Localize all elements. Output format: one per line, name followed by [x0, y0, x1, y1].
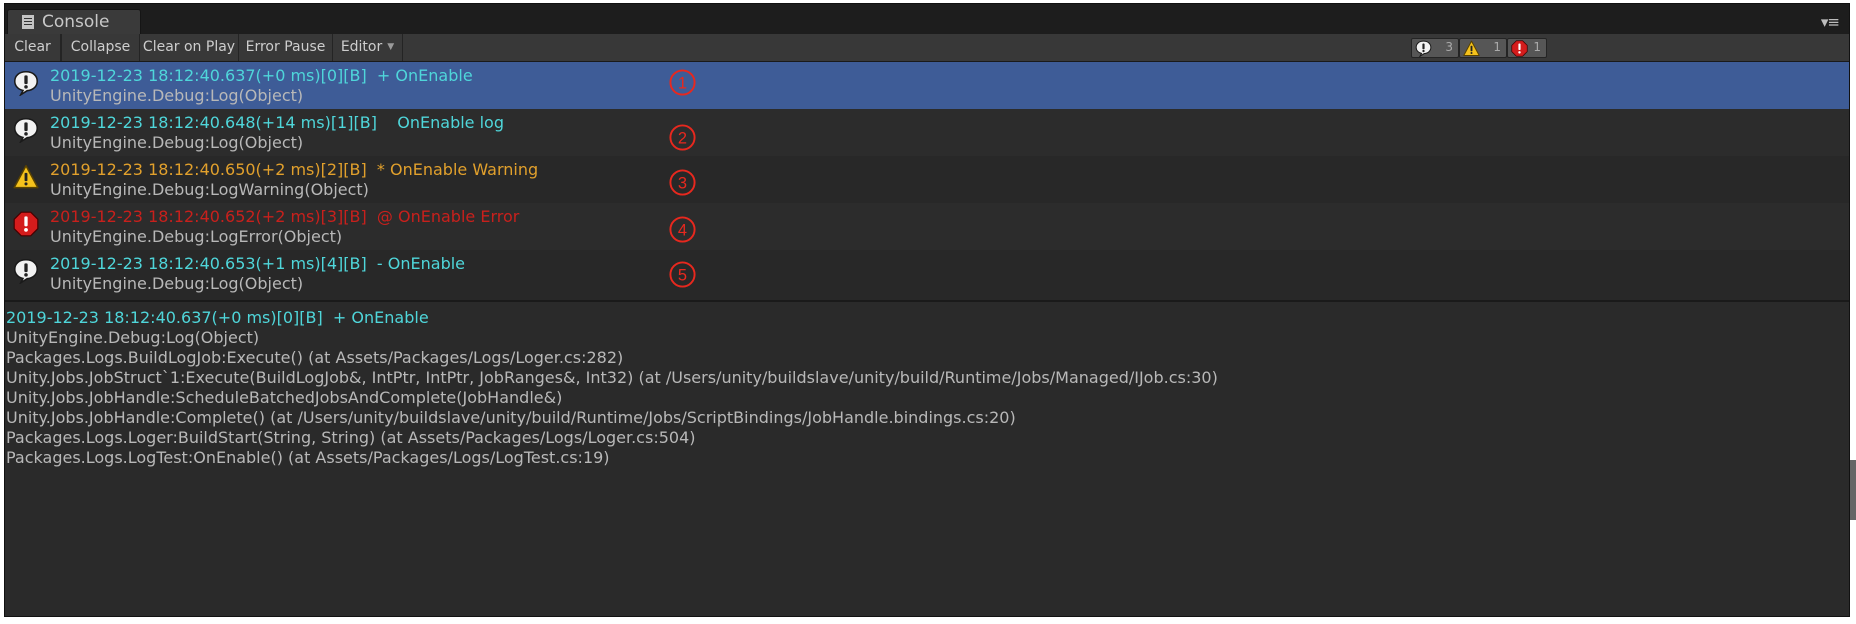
warning-count: 1 [1493, 40, 1501, 54]
log-entry-2[interactable]: 2019-12-23 18:12:40.650(+2 ms)[2][B] * O… [5, 156, 1849, 203]
number-badge: 4 [669, 216, 696, 243]
log-entry-source: UnityEngine.Debug:LogError(Object) [50, 227, 343, 246]
stack-trace-line: Unity.Jobs.JobStruct`1:Execute(BuildLogJ… [6, 368, 1218, 387]
warning-count-toggle[interactable]: 1 [1459, 38, 1507, 58]
number-badge: 1 [669, 69, 696, 96]
info-icon [14, 118, 38, 143]
svg-text:2: 2 [678, 129, 687, 147]
number-badge: 5 [669, 261, 696, 288]
log-entry-message: 2019-12-23 18:12:40.652(+2 ms)[3][B] @ O… [50, 207, 520, 226]
log-entry-source: UnityEngine.Debug:Log(Object) [50, 133, 304, 152]
log-entry-message: 2019-12-23 18:12:40.637(+0 ms)[0][B] + O… [50, 66, 473, 85]
log-entry-list: 2019-12-23 18:12:40.637(+0 ms)[0][B] + O… [5, 62, 1849, 300]
stack-trace-header: 2019-12-23 18:12:40.637(+0 ms)[0][B] + O… [6, 308, 429, 327]
log-entry-source: UnityEngine.Debug:Log(Object) [50, 274, 304, 293]
warning-icon [1463, 40, 1480, 56]
log-count: 3 [1445, 40, 1453, 54]
chevron-down-icon: ▼ [387, 42, 395, 52]
log-entry-message: 2019-12-23 18:12:40.648(+14 ms)[1][B] On… [50, 113, 504, 132]
error-pause-button[interactable]: Error Pause [239, 34, 333, 61]
stack-trace-line: Unity.Jobs.JobHandle:Complete() (at /Use… [6, 408, 1016, 427]
editor-dropdown[interactable]: Editor ▼ [333, 34, 403, 61]
clear-on-play-button[interactable]: Clear on Play [140, 34, 239, 61]
log-entry-3[interactable]: 2019-12-23 18:12:40.652(+2 ms)[3][B] @ O… [5, 203, 1849, 250]
svg-text:4: 4 [678, 221, 687, 239]
tab-bar: Console ▾≡ [5, 4, 1849, 34]
stack-trace-line: Packages.Logs.BuildLogJob:Execute() (at … [6, 348, 624, 367]
window-edge [1850, 460, 1856, 520]
error-count-toggle[interactable]: 1 [1507, 38, 1547, 58]
log-entry-1[interactable]: 2019-12-23 18:12:40.648(+14 ms)[1][B] On… [5, 109, 1849, 156]
svg-text:3: 3 [678, 174, 687, 192]
log-entry-message: 2019-12-23 18:12:40.650(+2 ms)[2][B] * O… [50, 160, 539, 179]
collapse-button[interactable]: Collapse [61, 34, 140, 61]
info-icon [14, 259, 38, 284]
log-entry-0[interactable]: 2019-12-23 18:12:40.637(+0 ms)[0][B] + O… [5, 62, 1849, 109]
log-entry-message: 2019-12-23 18:12:40.653(+1 ms)[4][B] - O… [50, 254, 466, 273]
log-count-toggle[interactable]: 3 [1411, 38, 1459, 58]
stack-trace-panel: 2019-12-23 18:12:40.637(+0 ms)[0][B] + O… [5, 302, 1849, 616]
svg-text:5: 5 [678, 266, 687, 284]
stack-trace-line: Packages.Logs.LogTest:OnEnable() (at Ass… [6, 448, 610, 467]
error-icon [1511, 40, 1528, 57]
error-icon [13, 211, 39, 237]
info-icon [1415, 40, 1432, 57]
stack-trace-line: Packages.Logs.Loger:BuildStart(String, S… [6, 428, 696, 447]
toolbar: Clear Collapse Clear on Play Error Pause… [5, 34, 1849, 62]
number-badge: 3 [669, 169, 696, 196]
stack-trace-line: Unity.Jobs.JobHandle:ScheduleBatchedJobs… [6, 388, 563, 407]
tab-console[interactable]: Console [7, 9, 141, 34]
clear-button[interactable]: Clear [5, 34, 61, 61]
log-entry-4[interactable]: 2019-12-23 18:12:40.653(+1 ms)[4][B] - O… [5, 250, 1849, 297]
warning-icon [13, 165, 39, 189]
number-badge: 2 [669, 124, 696, 151]
tab-console-label: Console [42, 12, 110, 32]
editor-dropdown-label: Editor [340, 39, 383, 55]
console-icon [22, 15, 34, 29]
log-entry-source: UnityEngine.Debug:Log(Object) [50, 86, 304, 105]
svg-text:1: 1 [678, 74, 687, 92]
stack-trace-line: UnityEngine.Debug:Log(Object) [6, 328, 260, 347]
panel-menu-icon[interactable]: ▾≡ [1821, 15, 1840, 30]
log-entry-source: UnityEngine.Debug:LogWarning(Object) [50, 180, 369, 199]
error-count: 1 [1533, 40, 1541, 54]
info-icon [14, 71, 38, 96]
console-window: Console ▾≡ Clear Collapse Clear on Play … [4, 3, 1850, 617]
